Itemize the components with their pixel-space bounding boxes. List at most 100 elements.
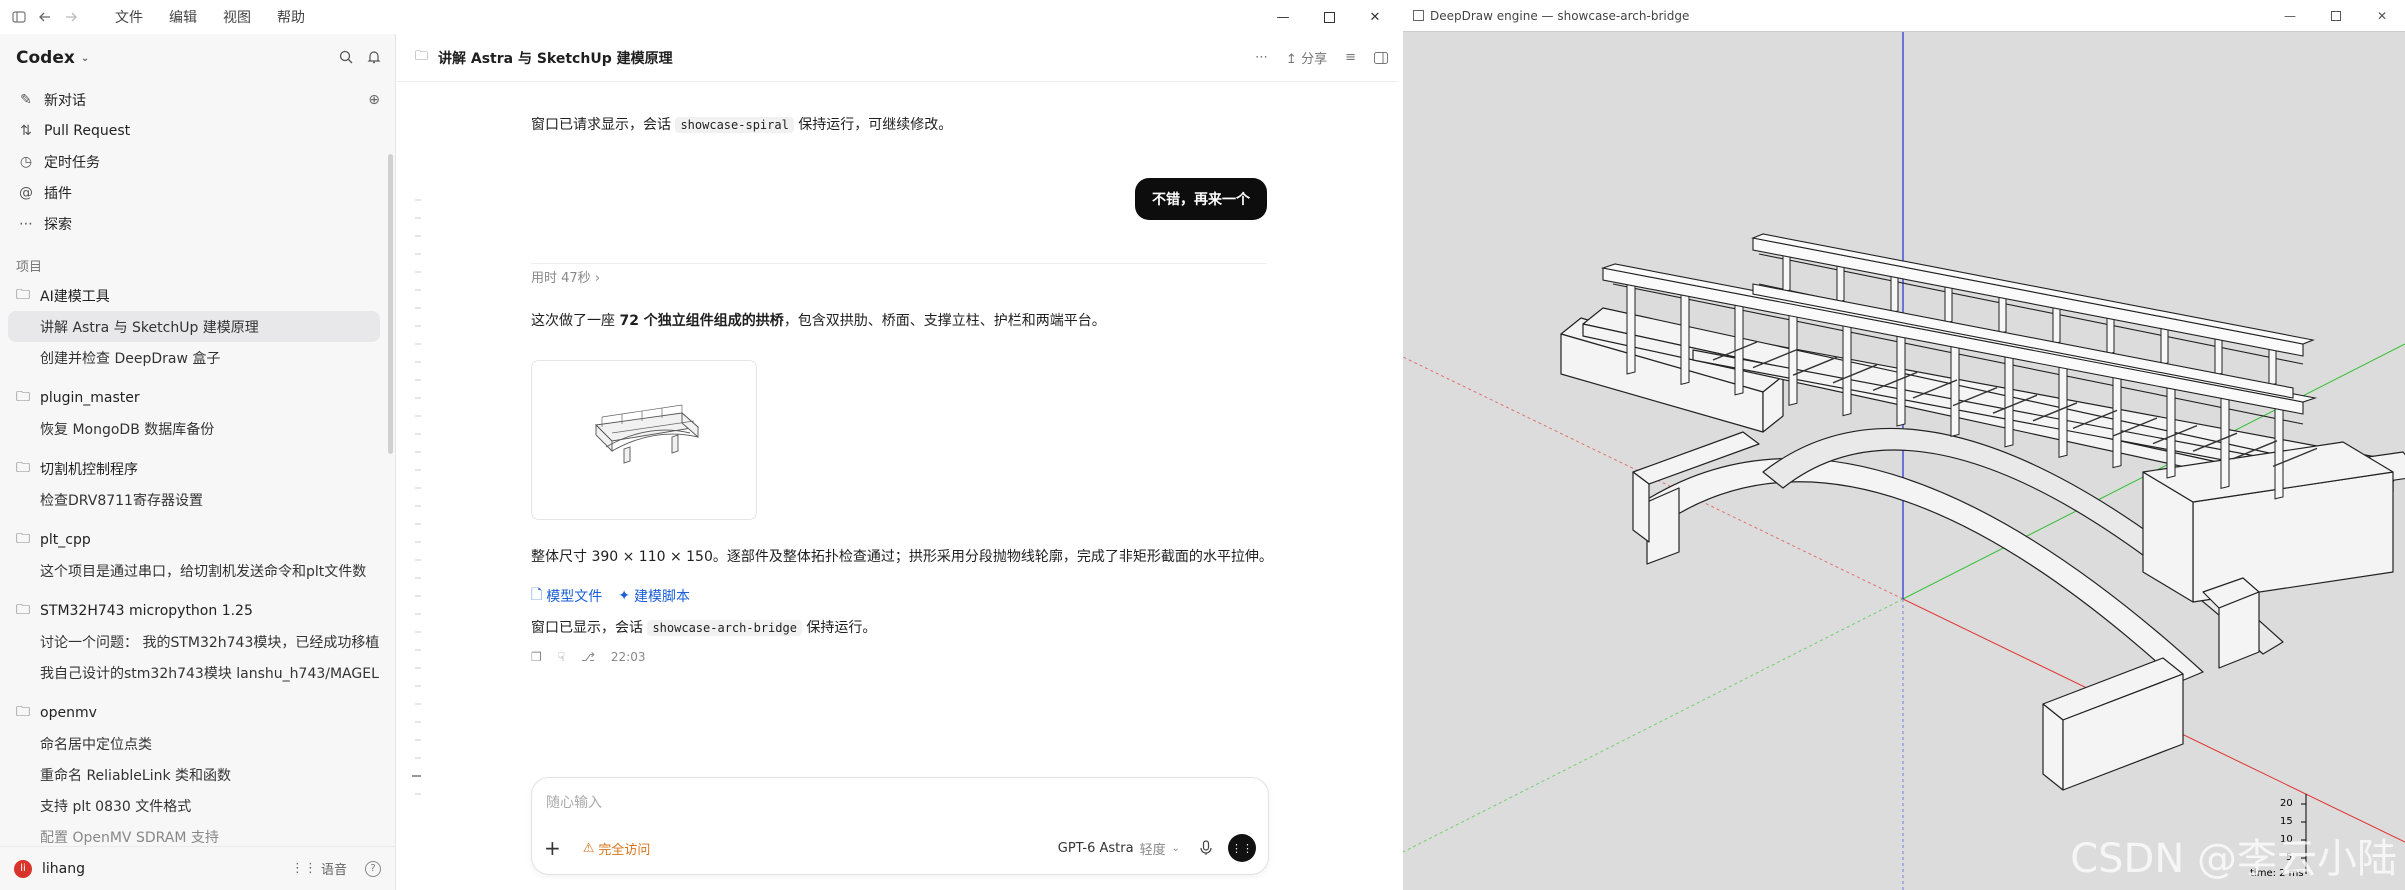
- sidebar-toggle-icon[interactable]: [6, 4, 32, 30]
- nav-label: 探索: [44, 216, 72, 233]
- thread-item[interactable]: 检查DRV8711寄存器设置: [8, 484, 380, 515]
- project-cutter-control[interactable]: 🗀 切割机控制程序: [8, 453, 380, 484]
- brand-menu[interactable]: Codex ⌄: [16, 48, 89, 68]
- thread-item[interactable]: 命名居中定位点类: [8, 728, 380, 759]
- copy-icon[interactable]: ❐: [531, 650, 542, 664]
- diff-icon[interactable]: ≡: [1345, 50, 1356, 65]
- more-icon[interactable]: ⋯: [1255, 50, 1268, 65]
- menu-file[interactable]: 文件: [115, 7, 143, 27]
- access-mode-button[interactable]: ⚠ 完全访问: [583, 839, 651, 858]
- dimensions-text: 整体尺寸 390 × 110 × 150。逐部件及整体拓扑检查通过；拱形采用分段…: [531, 549, 1273, 565]
- sidebar-footer: li lihang ⋮⋮ 语音 ?: [0, 846, 395, 890]
- folder-icon: 🗀: [16, 530, 30, 547]
- bell-icon[interactable]: [367, 50, 381, 64]
- minimize-icon[interactable]: —: [2267, 0, 2313, 32]
- sidebar-nav: ✎ 新对话 ⊕ ⇅ Pull Request ◷ 定时任务 @ 插件 ⋯ 探索: [10, 84, 382, 239]
- close-icon[interactable]: ✕: [1352, 0, 1398, 34]
- projects-heading: 项目: [16, 260, 43, 275]
- thumbs-down-icon[interactable]: ☟: [558, 650, 565, 664]
- message-input-placeholder[interactable]: 随心输入: [546, 792, 602, 812]
- scroll-minimap[interactable]: [412, 194, 422, 795]
- menu-help[interactable]: 帮助: [277, 7, 305, 27]
- session-code: showcase-spiral: [675, 117, 794, 133]
- deepdraw-window: DeepDraw engine — showcase-arch-bridge —…: [1403, 0, 2405, 890]
- railing-post: [1680, 289, 1690, 386]
- model-selector[interactable]: GPT-6 Astra 轻度 ⌄: [1058, 839, 1180, 858]
- share-button[interactable]: ↥ 分享: [1286, 48, 1327, 67]
- railing-post: [1626, 279, 1636, 375]
- thread-item[interactable]: 创建并检查 DeepDraw 盒子: [8, 342, 380, 373]
- modeling-script-link[interactable]: ✦ 建模脚本: [618, 584, 690, 608]
- title-bar: 文件 编辑 视图 帮助 — ✕: [0, 0, 1398, 34]
- pull-request-icon: ⇅: [20, 122, 32, 139]
- maximize-icon[interactable]: [1306, 0, 1352, 34]
- microphone-icon[interactable]: [1200, 840, 1212, 856]
- nav-pull-request[interactable]: ⇅ Pull Request: [10, 115, 382, 146]
- project-name: AI建模工具: [40, 288, 110, 305]
- at-icon: @: [19, 184, 33, 201]
- chat-header: 🗀 讲解 Astra 与 SketchUp 建模原理 ⋯ ↥ 分享 ≡: [397, 34, 1398, 82]
- close-icon[interactable]: ✕: [2359, 0, 2405, 32]
- nav-label: Pull Request: [44, 122, 131, 139]
- railing-post: [2166, 383, 2176, 479]
- msg-text: 窗口已显示，会话: [531, 620, 643, 636]
- user-name[interactable]: lihang: [42, 861, 85, 877]
- avatar[interactable]: li: [14, 859, 32, 878]
- attach-plus-icon[interactable]: +: [544, 838, 561, 858]
- fork-icon[interactable]: ⎇: [581, 650, 595, 664]
- puzzle-icon: ✦: [618, 588, 630, 604]
- help-icon[interactable]: ?: [365, 860, 381, 877]
- project-plugin-master[interactable]: 🗀 plugin_master: [8, 382, 380, 413]
- project-list: 🗀 AI建模工具 讲解 Astra 与 SketchUp 建模原理 创建并检查 D…: [8, 280, 380, 852]
- voice-button[interactable]: ⋮⋮ 语音: [291, 859, 347, 878]
- waveform-icon: ⋮⋮: [1231, 841, 1253, 855]
- msg-text: ，包含双拱肋、桥面、支撑立柱、护栏和两端平台。: [783, 313, 1106, 329]
- folder-icon: 🗀: [16, 703, 30, 720]
- nav-scheduled-tasks[interactable]: ◷ 定时任务: [10, 146, 382, 177]
- railing-post: [2112, 372, 2122, 469]
- project-stm32[interactable]: 🗀 STM32H743 micropython 1.25: [8, 595, 380, 626]
- project-plt-cpp[interactable]: 🗀 plt_cpp: [8, 524, 380, 555]
- nav-label: 定时任务: [44, 154, 100, 171]
- thread-item[interactable]: 重命名 ReliableLink 类和函数: [8, 759, 380, 790]
- 3d-viewport[interactable]: 20 15 10 5 time: 2 ms CSDN @李云小陆: [1403, 32, 2405, 890]
- thread-item[interactable]: 讨论一个问题： 我的STM32h743模块，已经成功移植: [8, 626, 380, 657]
- maximize-icon[interactable]: [2313, 0, 2359, 32]
- thread-item[interactable]: 我自己设计的stm32h743模块 lanshu_h743/MAGELLAN: [8, 657, 380, 688]
- divider: [531, 263, 1267, 264]
- panel-toggle-icon[interactable]: [1374, 51, 1388, 64]
- railing-post: [2004, 352, 2014, 448]
- nav-new-chat[interactable]: ✎ 新对话 ⊕: [10, 84, 382, 115]
- folder-icon: 🗀: [16, 459, 30, 476]
- plus-circle-icon[interactable]: ⊕: [368, 92, 380, 108]
- composer[interactable]: 随心输入 + ⚠ 完全访问 GPT-6 Astra 轻度 ⌄ ⋮⋮: [531, 777, 1269, 875]
- msg-text: 这次做了一座: [531, 313, 615, 329]
- sidebar-scrollbar[interactable]: [388, 154, 393, 454]
- menu-view[interactable]: 视图: [223, 7, 251, 27]
- model-file-link[interactable]: 🗋 模型文件: [531, 584, 602, 608]
- elapsed-toggle[interactable]: 用时 47秒 ›: [531, 268, 600, 290]
- send-button[interactable]: ⋮⋮: [1228, 834, 1256, 862]
- thread-item[interactable]: 支持 plt 0830 文件格式: [8, 790, 380, 821]
- codex-window: 文件 编辑 视图 帮助 — ✕ Codex ⌄ ✎ 新对话 ⊕ ⇅ Pull Reque…: [0, 0, 1398, 890]
- minimize-icon[interactable]: —: [1260, 0, 1306, 34]
- project-openmv[interactable]: 🗀 openmv: [8, 697, 380, 728]
- search-icon[interactable]: [339, 50, 353, 64]
- menu-edit[interactable]: 编辑: [169, 7, 197, 27]
- thread-item-active[interactable]: 讲解 Astra 与 SketchUp 建模原理: [8, 311, 380, 342]
- thread-item[interactable]: 恢复 MongoDB 数据库备份: [8, 413, 380, 444]
- share-icon: ↥: [1286, 52, 1297, 67]
- user-message-bubble: 不错，再来一个: [1135, 178, 1267, 220]
- deepdraw-title-bar: DeepDraw engine — showcase-arch-bridge —…: [1403, 0, 2405, 32]
- nav-explore[interactable]: ⋯ 探索: [10, 208, 382, 239]
- msg-text: 保持运行，可继续修改。: [798, 117, 953, 133]
- forward-arrow-icon[interactable]: [58, 4, 84, 30]
- model-preview-thumbnail[interactable]: [531, 360, 757, 520]
- folder-icon: 🗀: [16, 601, 30, 618]
- folder-icon: 🗀: [16, 286, 30, 303]
- back-arrow-icon[interactable]: [32, 4, 58, 30]
- project-ai-modeling[interactable]: 🗀 AI建模工具: [8, 280, 380, 311]
- nav-plugins[interactable]: @ 插件: [10, 177, 382, 208]
- thread-item[interactable]: 这个项目是通过串口，给切割机发送命令和plt文件数: [8, 555, 380, 586]
- project-name: openmv: [40, 704, 97, 721]
